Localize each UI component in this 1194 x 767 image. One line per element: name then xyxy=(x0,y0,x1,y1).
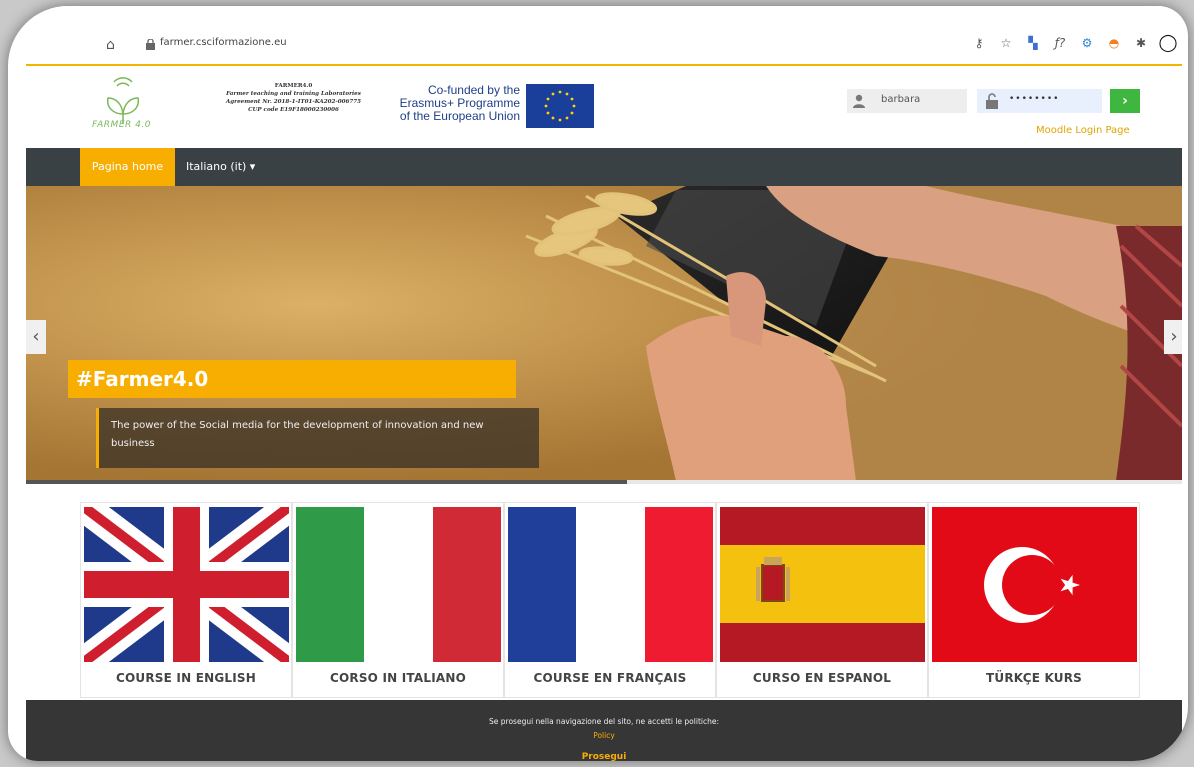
star-icon[interactable]: ☆ xyxy=(998,35,1014,51)
password-value: •••••••• xyxy=(1009,94,1060,104)
profile-icon[interactable]: ◯ xyxy=(1158,33,1177,53)
spain-flag-icon xyxy=(720,507,925,662)
puzzle-icon[interactable]: ✱ xyxy=(1133,35,1149,51)
username-value: barbara xyxy=(881,94,921,105)
turkey-flag-icon xyxy=(932,507,1137,662)
project-title: FARMER4.0 xyxy=(274,83,313,89)
course-label: COURSE IN ENGLISH xyxy=(116,671,256,685)
login-submit-button[interactable]: › xyxy=(1110,89,1140,113)
cookie-banner: Se prosegui nella navigazione del sito, … xyxy=(26,700,1182,761)
hero-title: #Farmer4.0 xyxy=(68,360,516,398)
home-icon[interactable]: ⌂ xyxy=(106,37,122,53)
key-icon[interactable]: ⚷ xyxy=(971,35,987,51)
translate-icon[interactable]: ▚ xyxy=(1025,35,1041,51)
project-info: FARMER4.0 Farmer teaching and training L… xyxy=(206,82,381,114)
formula-icon[interactable]: ƒ? xyxy=(1052,35,1068,51)
cookie-text: Se prosegui nella navigazione del sito, … xyxy=(489,717,719,726)
course-card-french[interactable]: COURSE EN FRANÇAIS xyxy=(504,502,716,698)
site-header: FARMER 4.0 FARMER4.0 Farmer teaching and… xyxy=(26,66,1182,148)
eu-flag-icon xyxy=(526,84,594,128)
project-line-2: Agreement Nr. 2018-1-IT01-KA202-006775 xyxy=(225,99,362,105)
carousel-prev-button[interactable]: ‹ xyxy=(26,320,46,354)
password-field[interactable]: •••••••• xyxy=(977,89,1102,113)
browser-extension-icons: ⚷ ☆ ▚ ƒ? ⚙ ◓ ✱ ◯ xyxy=(971,33,1178,53)
course-label: CORSO IN ITALIANO xyxy=(329,671,466,685)
course-card-italian[interactable]: CORSO IN ITALIANO xyxy=(292,502,504,698)
policy-link[interactable]: Policy xyxy=(26,731,1182,740)
unlock-icon xyxy=(986,93,998,109)
lock-icon xyxy=(146,39,155,50)
france-flag-icon xyxy=(508,507,713,662)
user-icon xyxy=(853,94,865,108)
project-line-3: CUP code E19F18000230006 xyxy=(248,107,339,113)
course-card-turkish[interactable]: TÜRKÇE KURS xyxy=(928,502,1140,698)
carousel-progress-bar xyxy=(26,480,1182,484)
course-label: CURSO EN ESPANOL xyxy=(752,671,892,685)
browser-viewport: ⌂ farmer.csciformazione.eu ⚷ ☆ ▚ ƒ? ⚙ ◓ … xyxy=(26,6,1182,761)
course-label: TÜRKÇE KURS xyxy=(985,671,1083,685)
logo-text: FARMER 4.0 xyxy=(92,120,151,130)
screenshot-frame: ⌂ farmer.csciformazione.eu ⚷ ☆ ▚ ƒ? ⚙ ◓ … xyxy=(8,6,1188,761)
nav-home-tab[interactable]: Pagina home xyxy=(80,148,175,186)
course-label: COURSE EN FRANÇAIS xyxy=(533,671,687,685)
username-field[interactable]: barbara xyxy=(847,89,967,113)
course-list: COURSE IN ENGLISH CORSO IN ITALIANO COUR… xyxy=(80,502,1140,698)
eu-cofunded-text: Co-funded by the Erasmus+ Programme of t… xyxy=(388,84,520,123)
italy-flag-icon xyxy=(296,507,501,662)
carousel-next-button[interactable]: › xyxy=(1164,320,1182,354)
project-line-1: Farmer teaching and training Laboratorie… xyxy=(226,91,361,97)
browser-address-bar: ⌂ farmer.csciformazione.eu ⚷ ☆ ▚ ƒ? ⚙ ◓ … xyxy=(26,30,1182,66)
hero-caption: The power of the Social media for the de… xyxy=(96,408,539,468)
eu-line-3: of the European Union xyxy=(399,109,520,123)
extension-orange-icon[interactable]: ◓ xyxy=(1106,35,1122,51)
carousel-progress-fill xyxy=(26,480,628,484)
continue-button[interactable]: Prosegui xyxy=(566,749,642,761)
uk-flag-icon xyxy=(84,507,289,662)
course-card-spanish[interactable]: CURSO EN ESPANOL xyxy=(716,502,928,698)
language-menu[interactable]: Italiano (it) ▾ xyxy=(186,148,255,186)
url-text[interactable]: farmer.csciformazione.eu xyxy=(160,37,287,48)
extension-blue-icon[interactable]: ⚙ xyxy=(1079,35,1095,51)
moodle-login-link[interactable]: Moodle Login Page xyxy=(1036,125,1130,136)
course-card-english[interactable]: COURSE IN ENGLISH xyxy=(80,502,292,698)
main-navbar: Pagina home Italiano (it) ▾ xyxy=(26,148,1182,186)
